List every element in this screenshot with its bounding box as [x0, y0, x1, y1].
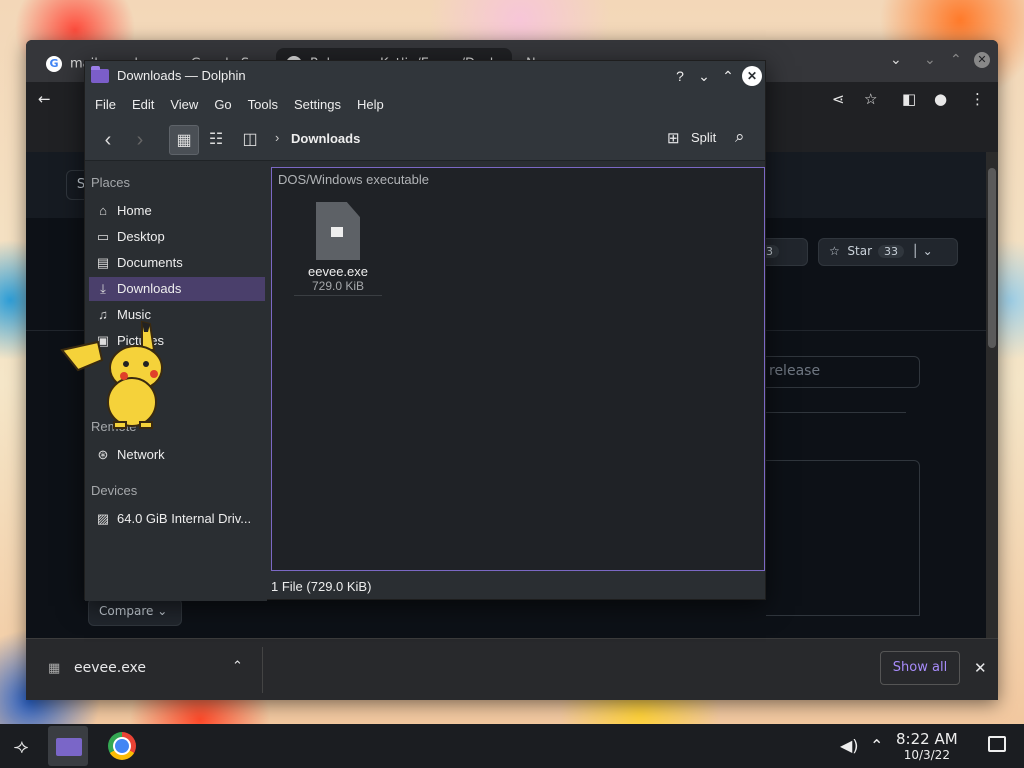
profile-icon[interactable]: ● — [934, 90, 947, 108]
compact-view-icon[interactable]: ☷ — [201, 125, 231, 155]
minimize-icon[interactable]: ⌄ — [924, 52, 936, 68]
help-icon[interactable]: ? — [670, 66, 690, 86]
download-item-name[interactable]: eevee.exe — [74, 660, 146, 676]
documents-icon: ▤ — [96, 255, 110, 270]
menu-help[interactable]: Help — [351, 91, 390, 119]
drive-icon: ▨ — [96, 511, 110, 526]
sidebar-item-documents[interactable]: ▤ Documents — [89, 251, 265, 275]
app-launcher-icon[interactable]: ⟢ — [8, 734, 34, 760]
file-item[interactable]: eevee.exe 729.0 KiB — [294, 196, 382, 296]
close-icon[interactable]: ✕ — [974, 52, 990, 68]
taskbar: ⟢ ◀) ⌃ 8:22 AM 10/3/22 — [0, 724, 1024, 768]
sidepanel-icon[interactable]: ◧ — [902, 90, 916, 108]
section-heading-places: Places — [91, 175, 131, 190]
dolphin-toolbar: ‹ › ▦ ☷ ◫ › Downloads ⊞ Split ⌕ — [85, 119, 765, 161]
clock-time: 8:22 AM — [896, 730, 958, 748]
file-view[interactable]: DOS/Windows executable eevee.exe 729.0 K… — [271, 167, 765, 571]
icons-view-icon[interactable]: ▦ — [169, 125, 199, 155]
show-desktop-icon[interactable] — [988, 736, 1006, 752]
menu-file[interactable]: File — [89, 91, 122, 119]
dolphin-taskbar-button[interactable] — [48, 726, 88, 766]
release-search-input[interactable]: release — [754, 356, 920, 388]
sidebar-item-home[interactable]: ⌂ Home — [89, 199, 265, 223]
volume-icon[interactable]: ◀) — [840, 736, 859, 755]
back-icon[interactable]: ‹ — [93, 125, 123, 155]
minimize-icon[interactable]: ⌄ — [694, 66, 714, 86]
dolphin-app-icon — [91, 66, 109, 83]
desktop-icon: ▭ — [96, 229, 110, 244]
maximize-icon[interactable]: ⌃ — [950, 52, 962, 68]
chevron-up-icon[interactable]: ⌃ — [232, 659, 243, 674]
scrollbar[interactable] — [986, 152, 998, 638]
sidebar-item-internal-drive[interactable]: ▨ 64.0 GiB Internal Driv... — [89, 507, 265, 531]
close-download-bar-icon[interactable]: ✕ — [974, 659, 987, 677]
maximize-icon[interactable]: ⌃ — [718, 66, 738, 86]
menu-view[interactable]: View — [164, 91, 204, 119]
home-icon: ⌂ — [99, 203, 107, 218]
sidebar-item-downloads[interactable]: ⤓ Downloads — [89, 277, 265, 301]
forward-icon[interactable]: › — [125, 125, 155, 155]
download-bar: ▦ eevee.exe ⌃ Show all ✕ — [26, 638, 998, 700]
menu-settings[interactable]: Settings — [288, 91, 347, 119]
pikachu-desktop-pet[interactable] — [58, 320, 168, 432]
chrome-taskbar-button[interactable] — [102, 726, 142, 766]
star-bookmark-icon[interactable]: ☆ — [864, 90, 877, 108]
split-icon: ⊞ — [667, 130, 680, 147]
status-bar: 1 File (729.0 KiB) — [271, 579, 372, 594]
search-icon[interactable]: ⌕ — [735, 127, 745, 147]
release-card — [766, 460, 920, 616]
group-header: DOS/Windows executable — [278, 172, 430, 187]
sidebar-item-network[interactable]: ⊛ Network — [89, 443, 265, 467]
exe-file-icon — [316, 202, 360, 260]
sidebar-item-desktop[interactable]: ▭ Desktop — [89, 225, 265, 249]
menu-tools[interactable]: Tools — [242, 91, 284, 119]
details-view-icon[interactable]: ◫ — [235, 125, 265, 155]
clock-date: 10/3/22 — [903, 748, 950, 762]
breadcrumb[interactable]: Downloads — [291, 131, 360, 146]
divider — [262, 647, 263, 693]
dolphin-titlebar: Downloads — Dolphin ? ⌄ ⌃ ✕ — [85, 61, 765, 91]
exe-file-icon: ▦ — [48, 661, 61, 676]
split-button[interactable]: Split — [691, 130, 716, 145]
scrollbar-thumb[interactable] — [988, 168, 996, 348]
show-all-button[interactable]: Show all — [880, 651, 960, 685]
menu-go[interactable]: Go — [208, 91, 237, 119]
google-icon: G — [46, 56, 62, 72]
section-heading-devices: Devices — [91, 483, 138, 498]
star-button[interactable]: ☆ Star 33 │ ⌄ — [818, 238, 958, 266]
tray-expand-icon[interactable]: ⌃ — [870, 736, 883, 755]
back-arrow-icon[interactable]: ← — [38, 90, 51, 108]
file-size: 729.0 KiB — [294, 279, 382, 296]
window-title: Downloads — Dolphin — [117, 68, 246, 83]
network-icon: ⊛ — [97, 447, 109, 462]
tab-search-chevron-icon[interactable]: ⌄ — [890, 52, 902, 68]
menu-bar: File Edit View Go Tools Settings Help — [85, 91, 765, 119]
download-icon: ⤓ — [100, 281, 106, 296]
folder-icon — [56, 738, 82, 756]
compare-button[interactable]: Compare ⌄ — [88, 598, 182, 626]
kebab-menu-icon[interactable]: ⋮ — [970, 90, 985, 108]
file-name: eevee.exe — [308, 264, 368, 279]
chrome-icon — [108, 732, 136, 760]
menu-edit[interactable]: Edit — [126, 91, 160, 119]
dolphin-window: Downloads — Dolphin ? ⌄ ⌃ ✕ File Edit Vi… — [84, 60, 766, 601]
chevron-right-icon: › — [275, 130, 280, 145]
share-icon[interactable]: ⋖ — [832, 90, 845, 108]
clock[interactable]: 8:22 AM 10/3/22 — [896, 730, 958, 762]
close-icon[interactable]: ✕ — [742, 66, 762, 86]
